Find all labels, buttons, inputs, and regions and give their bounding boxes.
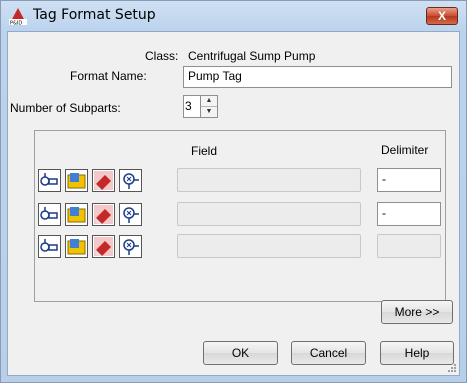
delimiter-input <box>377 234 441 258</box>
spin-up-icon[interactable]: ▲ <box>201 96 217 107</box>
folder-icon[interactable] <box>65 203 88 226</box>
subparts-spinner[interactable]: ▲ ▼ <box>200 95 218 118</box>
format-name-input[interactable]: Pump Tag <box>183 66 452 88</box>
dialog-body: Class: Centrifugal Sump Pump Format Name… <box>7 31 460 376</box>
subparts-input[interactable]: 3 <box>183 95 201 118</box>
dialog-window: P&ID Tag Format Setup X Class: Centrifug… <box>0 0 467 383</box>
eraser-icon[interactable] <box>92 203 115 226</box>
field-input <box>177 202 361 226</box>
field-column-header: Field <box>191 144 218 158</box>
field-input <box>177 234 361 258</box>
ok-button[interactable]: OK <box>203 341 278 365</box>
cancel-button[interactable]: Cancel <box>291 341 366 365</box>
eraser-icon[interactable] <box>92 169 115 192</box>
delimiter-input[interactable]: - <box>377 202 441 226</box>
class-label: Class: <box>145 49 179 63</box>
resize-grip-icon[interactable] <box>447 363 457 373</box>
more-button[interactable]: More >> <box>381 300 453 324</box>
subparts-group: Field Delimiter - - <box>34 130 446 302</box>
spin-down-icon[interactable]: ▼ <box>201 107 217 117</box>
delimiter-column-header: Delimiter <box>381 143 429 157</box>
zoom-icon[interactable] <box>119 203 142 226</box>
select-property-icon[interactable] <box>38 203 61 226</box>
select-property-icon[interactable] <box>38 235 61 258</box>
folder-icon[interactable] <box>65 169 88 192</box>
title-bar[interactable]: P&ID Tag Format Setup X <box>1 1 466 31</box>
format-name-label: Format Name: <box>70 69 147 83</box>
field-input <box>177 168 361 192</box>
close-button[interactable]: X <box>426 7 458 25</box>
delimiter-input[interactable]: - <box>377 168 441 192</box>
zoom-icon[interactable] <box>119 169 142 192</box>
window-title: Tag Format Setup <box>33 7 156 23</box>
select-property-icon[interactable] <box>38 169 61 192</box>
class-value: Centrifugal Sump Pump <box>188 49 316 63</box>
app-icon: P&ID <box>9 8 27 26</box>
svg-text:P&ID: P&ID <box>10 21 22 26</box>
folder-icon[interactable] <box>65 235 88 258</box>
subparts-label: Number of Subparts: <box>10 101 121 115</box>
help-button[interactable]: Help <box>380 341 454 365</box>
eraser-icon[interactable] <box>92 235 115 258</box>
zoom-icon[interactable] <box>119 235 142 258</box>
